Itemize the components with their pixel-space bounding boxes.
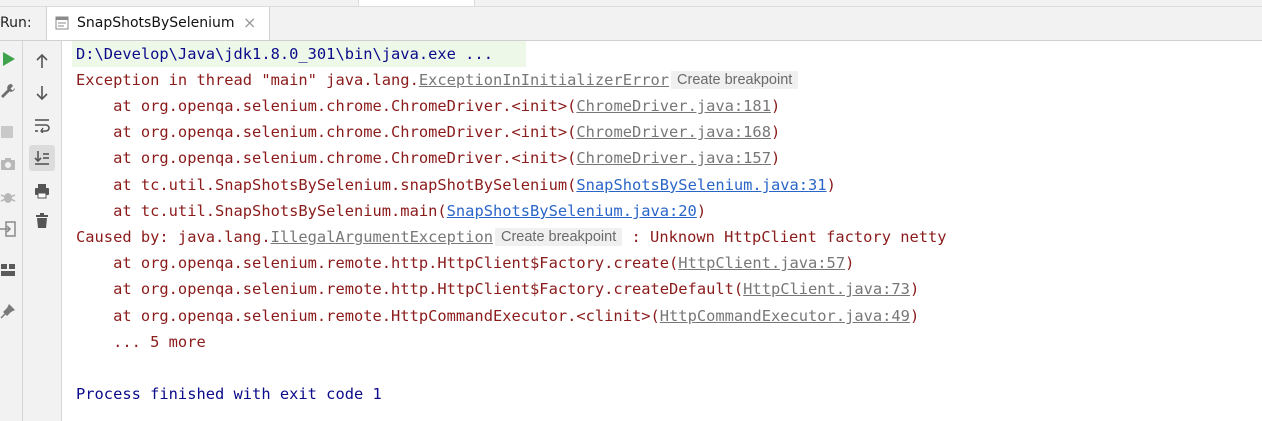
run-side-strip (0, 41, 23, 421)
stack-frame-suffix: ) (696, 202, 707, 220)
run-tab-title: SnapShotsBySelenium (77, 15, 235, 31)
soft-wrap-icon[interactable] (34, 117, 50, 133)
stack-frame: at org.openqa.selenium.chrome.ChromeDriv… (76, 119, 780, 145)
run-config-tab[interactable]: SnapShotsBySelenium × (46, 7, 270, 40)
source-link[interactable]: HttpClient.java:57 (678, 254, 845, 272)
debug-icon[interactable] (0, 189, 16, 205)
source-link[interactable]: ChromeDriver.java:168 (576, 123, 771, 141)
wrench-icon[interactable] (0, 83, 16, 99)
source-link[interactable]: ChromeDriver.java:181 (576, 97, 771, 115)
command-line: D:\Develop\Java\jdk1.8.0_301\bin\java.ex… (76, 45, 493, 63)
print-icon[interactable] (34, 183, 50, 199)
stack-frame: at org.openqa.selenium.remote.http.HttpC… (76, 250, 854, 276)
stack-frame-suffix: ) (826, 176, 836, 194)
stack-frame-suffix: ) (909, 307, 920, 325)
editor-tab-edge[interactable] (358, 0, 475, 6)
create-breakpoint-button[interactable]: Create breakpoint (671, 71, 799, 89)
layout-icon[interactable] (0, 263, 16, 277)
console-output[interactable]: D:\Develop\Java\jdk1.8.0_301\bin\java.ex… (62, 41, 1262, 421)
up-arrow-icon[interactable] (34, 53, 50, 69)
trash-icon[interactable] (34, 213, 50, 229)
console-tab-icon (55, 16, 69, 30)
source-link[interactable]: HttpCommandExecutor.java:49 (660, 307, 910, 325)
stack-frame-text: at tc.util.SnapShotsBySelenium.snapShotB… (76, 176, 577, 194)
stack-frame-suffix: ) (845, 254, 855, 272)
stack-frame: at org.openqa.selenium.chrome.ChromeDriv… (76, 145, 780, 171)
source-link[interactable]: HttpClient.java:73 (743, 280, 910, 298)
caused-by-line: Caused by: java.lang.IllegalArgumentExce… (76, 224, 947, 250)
run-label: Run: (0, 15, 32, 31)
caused-by-prefix: Caused by: java.lang. (76, 228, 271, 246)
exception-line: Exception in thread "main" java.lang.Exc… (76, 67, 799, 93)
close-icon[interactable]: × (243, 13, 256, 32)
exception-class-link[interactable]: ExceptionInInitializerError (419, 71, 669, 89)
stack-frame-suffix: ) (770, 149, 781, 167)
stack-frame: at tc.util.SnapShotsBySelenium.main(Snap… (76, 198, 706, 224)
pin-icon[interactable] (0, 303, 16, 319)
stop-icon[interactable] (0, 125, 14, 139)
stack-frame-suffix: ) (909, 280, 920, 298)
stack-frame-text: at org.openqa.selenium.remote.http.HttpC… (76, 280, 744, 298)
source-link[interactable]: SnapShotsBySelenium.java:31 (576, 176, 826, 194)
scroll-to-end-icon (34, 151, 49, 165)
more-frames-line: ... 5 more (76, 333, 206, 351)
stack-frame-suffix: ) (770, 97, 781, 115)
stack-frame-text: at tc.util.SnapShotsBySelenium.main( (76, 202, 447, 220)
stack-frame-text: at org.openqa.selenium.chrome.ChromeDriv… (76, 149, 577, 167)
stack-frame-text: at org.openqa.selenium.remote.HttpComman… (76, 307, 660, 325)
caused-by-message: : Unknown HttpClient factory netty (622, 228, 947, 246)
create-breakpoint-button[interactable]: Create breakpoint (494, 228, 623, 246)
source-link[interactable]: SnapShotsBySelenium.java:20 (447, 202, 697, 220)
stack-frame-text: at org.openqa.selenium.remote.http.HttpC… (76, 254, 679, 272)
run-toolwindow-header: Run: SnapShotsBySelenium × (0, 7, 1262, 41)
console-toolbar (23, 41, 62, 421)
process-finished-line: Process finished with exit code 1 (76, 385, 382, 403)
stack-frame: at org.openqa.selenium.remote.HttpComman… (76, 303, 919, 329)
exception-prefix: Exception in thread "main" java.lang. (76, 71, 419, 89)
run-icon[interactable] (2, 51, 16, 67)
caused-by-class-link[interactable]: IllegalArgumentException (271, 228, 493, 246)
camera-icon[interactable] (0, 157, 16, 171)
stack-frame: at org.openqa.selenium.remote.http.HttpC… (76, 276, 919, 302)
stack-frame: at org.openqa.selenium.chrome.ChromeDriv… (76, 93, 780, 119)
stack-frame: at tc.util.SnapShotsBySelenium.snapShotB… (76, 172, 836, 198)
editor-tab-strip-edge (0, 0, 1262, 7)
login-icon[interactable] (0, 221, 16, 237)
stack-frame-text: at org.openqa.selenium.chrome.ChromeDriv… (76, 97, 577, 115)
stack-frame-suffix: ) (770, 123, 781, 141)
source-link[interactable]: ChromeDriver.java:157 (576, 149, 771, 167)
scroll-to-end-toggle[interactable] (29, 145, 55, 171)
stack-frame-text: at org.openqa.selenium.chrome.ChromeDriv… (76, 123, 577, 141)
down-arrow-icon[interactable] (34, 85, 50, 101)
